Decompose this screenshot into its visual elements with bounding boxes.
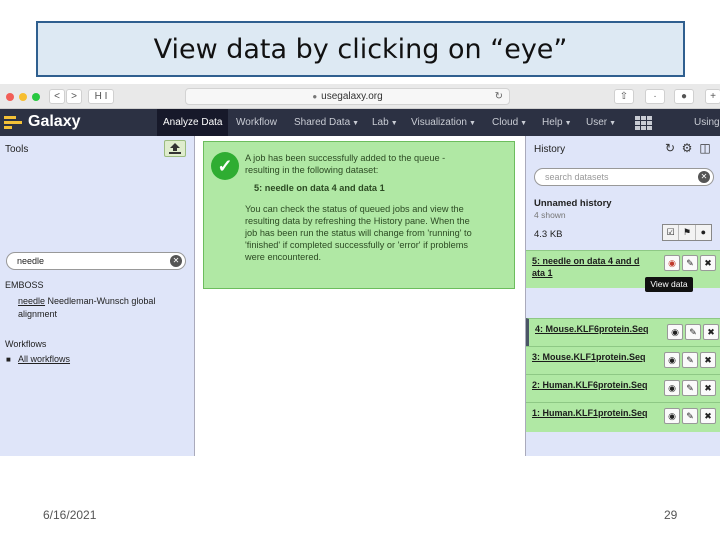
all-workflows-link[interactable]: All workflows xyxy=(18,353,70,366)
tool-needle-link[interactable]: needle xyxy=(18,296,45,306)
tool-search-input[interactable]: needle ✕ xyxy=(6,252,186,270)
bullet-icon: ■ xyxy=(6,355,11,364)
galaxy-screenshot: < > H I ● usegalaxy.org ↻ ⇧ · ● + Galaxy… xyxy=(0,84,720,456)
nav-user[interactable]: User ▼ xyxy=(580,109,622,136)
forward-button[interactable]: > xyxy=(66,89,82,104)
tool-needle-entry[interactable]: needle Needleman-Wunsch global xyxy=(18,295,155,308)
pencil-icon[interactable]: ✎ xyxy=(682,255,698,271)
eye-icon[interactable]: ◉ xyxy=(664,352,680,368)
view-data-tooltip: View data xyxy=(645,277,693,292)
slide-date: 6/16/2021 xyxy=(43,508,97,522)
galaxy-logo-icon xyxy=(4,115,24,129)
upload-icon[interactable] xyxy=(164,140,186,157)
scratchbook-grid-icon[interactable] xyxy=(635,116,652,130)
history-options-gear-icon[interactable]: ⚙ xyxy=(680,141,694,155)
dataset-title[interactable]: 4: Mouse.KLF6protein.Seq xyxy=(535,323,655,335)
eye-icon[interactable]: ◉ xyxy=(664,380,680,396)
dataset-item[interactable]: 3: Mouse.KLF1protein.Seq ◉ ✎ ✖ xyxy=(526,346,720,374)
url-bar[interactable]: ● usegalaxy.org ↻ xyxy=(185,88,510,105)
eye-icon[interactable]: ◉ xyxy=(664,255,680,271)
slide-page-number: 29 xyxy=(664,508,678,522)
tags-icon[interactable]: ⚑ xyxy=(679,225,696,240)
new-tab-icon[interactable]: + xyxy=(705,89,720,104)
browser-toolbar: < > H I ● usegalaxy.org ↻ ⇧ · ● + xyxy=(0,84,720,109)
refresh-history-icon[interactable]: ↻ xyxy=(663,141,677,155)
msg-line-1: A job has been successfully added to the… xyxy=(245,153,446,163)
nav-cloud[interactable]: Cloud ▼ xyxy=(486,109,533,136)
dataset-title[interactable]: 2: Human.KLF6protein.Seq xyxy=(532,379,652,391)
clear-history-search-icon[interactable]: ✕ xyxy=(698,171,710,183)
msg-p3: job has been run the status will change … xyxy=(245,228,472,238)
delete-icon[interactable]: ✖ xyxy=(700,380,716,396)
nav-visualization[interactable]: Visualization ▼ xyxy=(405,109,482,136)
msg-dataset: 5: needle on data 4 and data 1 xyxy=(254,183,385,193)
msg-p5: were encountered. xyxy=(245,252,322,262)
reload-icon[interactable]: ↻ xyxy=(495,91,503,102)
dataset-title[interactable]: 3: Mouse.KLF1protein.Seq xyxy=(532,351,652,363)
pencil-icon[interactable]: ✎ xyxy=(682,352,698,368)
url-text: usegalaxy.org xyxy=(321,91,383,102)
dataset-title[interactable]: 1: Human.KLF1protein.Seq xyxy=(532,407,652,419)
eye-icon[interactable]: ◉ xyxy=(667,324,683,340)
msg-p1: You can check the status of queued jobs … xyxy=(245,204,464,214)
slide-title: View data by clicking on “eye” xyxy=(153,33,568,65)
delete-icon[interactable]: ✖ xyxy=(700,352,716,368)
history-search-input[interactable]: search datasets ✕ xyxy=(534,168,714,186)
pencil-icon[interactable]: ✎ xyxy=(685,324,701,340)
section-workflows: Workflows xyxy=(5,339,47,349)
dataset-item[interactable]: 4: Mouse.KLF6protein.Seq ◉ ✎ ✖ xyxy=(526,318,720,346)
select-items-icon[interactable]: ☑ xyxy=(663,225,680,240)
galaxy-masthead: Galaxy Analyze Data Workflow Shared Data… xyxy=(0,109,720,136)
dataset-item[interactable]: 2: Human.KLF6protein.Seq ◉ ✎ ✖ xyxy=(526,374,720,402)
checkmark-icon: ✓ xyxy=(211,152,239,180)
info-icon[interactable]: ● xyxy=(674,89,694,104)
slide: View data by clicking on “eye” < > H I ●… xyxy=(0,0,720,540)
share-icon[interactable]: ⇧ xyxy=(614,89,634,104)
dataset-title[interactable]: 5: needle on data 4 and d ata 1 xyxy=(532,255,652,279)
back-button[interactable]: < xyxy=(49,89,65,104)
center-panel: ✓ A job has been successfully added to t… xyxy=(195,136,525,456)
nav-workflow[interactable]: Workflow xyxy=(230,109,283,136)
delete-icon[interactable]: ✖ xyxy=(700,408,716,424)
section-emboss: EMBOSS xyxy=(5,280,44,290)
history-shown-count: 4 shown xyxy=(534,210,566,220)
close-window-icon[interactable] xyxy=(6,93,14,101)
msg-line-2: resulting in the following dataset: xyxy=(245,165,379,175)
tool-panel: Tools needle ✕ EMBOSS needle Needleman-W… xyxy=(0,136,195,456)
lock-icon: ● xyxy=(312,92,318,101)
galaxy-logo[interactable]: Galaxy xyxy=(4,113,80,131)
nav-shared-data[interactable]: Shared Data ▼ xyxy=(288,109,365,136)
more-icon[interactable]: · xyxy=(645,89,665,104)
tool-needle-desc: alignment xyxy=(18,309,58,319)
history-size: 4.3 KB xyxy=(534,229,563,240)
pencil-icon[interactable]: ✎ xyxy=(682,380,698,396)
nav-lab[interactable]: Lab ▼ xyxy=(366,109,404,136)
minimize-window-icon[interactable] xyxy=(19,93,27,101)
delete-icon[interactable]: ✖ xyxy=(703,324,719,340)
history-panel: History ↻ ⚙ ◫ search datasets ✕ Unnamed … xyxy=(525,136,720,456)
delete-icon[interactable]: ✖ xyxy=(700,255,716,271)
msg-p2: resulting data by refreshing the History… xyxy=(245,216,470,226)
history-header: History xyxy=(534,144,566,155)
nav-usage: Using xyxy=(694,117,720,128)
nav-analyze-data[interactable]: Analyze Data xyxy=(157,109,229,136)
msg-p4: 'finished' if completed successfully or … xyxy=(245,240,469,250)
dataset-item[interactable]: 1: Human.KLF1protein.Seq ◉ ✎ ✖ xyxy=(526,402,720,432)
pencil-icon[interactable]: ✎ xyxy=(682,408,698,424)
slide-title-box: View data by clicking on “eye” xyxy=(36,21,685,77)
eye-icon[interactable]: ◉ xyxy=(664,408,680,424)
history-multiview-icon[interactable]: ◫ xyxy=(698,141,712,155)
clear-search-icon[interactable]: ✕ xyxy=(170,255,182,267)
history-name[interactable]: Unnamed history xyxy=(534,198,612,209)
history-action-buttons: ☑ ⚑ ● xyxy=(662,224,712,241)
annotation-icon[interactable]: ● xyxy=(696,225,711,240)
tools-header: Tools xyxy=(5,144,29,155)
galaxy-logo-text: Galaxy xyxy=(28,113,81,130)
maximize-window-icon[interactable] xyxy=(32,93,40,101)
job-success-message: ✓ A job has been successfully added to t… xyxy=(203,141,515,289)
tab-overview-button[interactable]: H I xyxy=(88,89,114,104)
nav-help[interactable]: Help ▼ xyxy=(536,109,578,136)
